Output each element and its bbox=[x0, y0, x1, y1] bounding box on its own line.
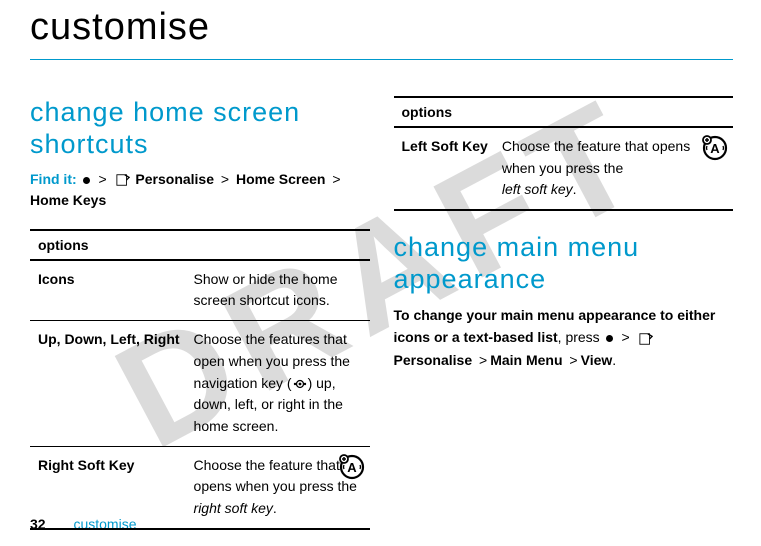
find-it-label: Find it: bbox=[30, 171, 77, 187]
svg-text:A: A bbox=[710, 141, 720, 156]
page-title: customise bbox=[30, 6, 733, 60]
path-homekeys: Home Keys bbox=[30, 192, 106, 208]
table-row: Right Soft Key Choose the feature that o… bbox=[30, 446, 370, 529]
table-header: options bbox=[30, 230, 370, 260]
center-key-icon bbox=[606, 335, 613, 342]
row-label-icons: Icons bbox=[30, 260, 186, 321]
svg-text:A: A bbox=[347, 460, 357, 475]
path-view: View bbox=[581, 352, 613, 368]
row-desc: Choose the feature that opens when you p… bbox=[186, 446, 370, 529]
table-row: Icons Show or hide the home screen short… bbox=[30, 260, 370, 321]
nav-key-icon bbox=[292, 378, 308, 390]
left-column: change home screen shortcuts Find it: > … bbox=[30, 96, 370, 530]
section-heading-shortcuts: change home screen shortcuts bbox=[30, 96, 370, 161]
options-table-right: options Left Soft Key Choose the feature… bbox=[394, 96, 734, 211]
center-key-icon bbox=[83, 177, 90, 184]
path-personalise: Personalise bbox=[135, 171, 214, 187]
table-row: Left Soft Key Choose the feature that op… bbox=[394, 127, 734, 210]
personalise-icon bbox=[116, 173, 130, 187]
row-label-leftsoft: Left Soft Key bbox=[394, 127, 494, 210]
row-label-rightsoft: Right Soft Key bbox=[30, 446, 186, 529]
main-menu-instructions: To change your main menu appearance to e… bbox=[394, 304, 734, 371]
options-table-left: options Icons Show or hide the home scre… bbox=[30, 229, 370, 530]
table-header: options bbox=[394, 97, 734, 127]
operator-badge-icon: A bbox=[701, 134, 729, 162]
path-homescreen: Home Screen bbox=[236, 171, 325, 187]
find-it-path: Find it: > Personalise > Home Screen > H… bbox=[30, 169, 370, 211]
section-heading-mainmenu: change main menu appearance bbox=[394, 231, 734, 296]
row-label-directions: Up, Down, Left, Right bbox=[30, 321, 186, 446]
path-personalise: Personalise bbox=[394, 352, 473, 368]
personalise-icon bbox=[639, 332, 653, 346]
table-row: Up, Down, Left, Right Choose the feature… bbox=[30, 321, 370, 446]
row-desc: Choose the feature that opens when you p… bbox=[494, 127, 733, 210]
row-desc: Choose the features that open when you p… bbox=[186, 321, 370, 446]
row-desc: Show or hide the home screen shortcut ic… bbox=[186, 260, 370, 321]
right-column: options Left Soft Key Choose the feature… bbox=[394, 96, 734, 530]
operator-badge-icon: A bbox=[338, 453, 366, 481]
path-mainmenu: Main Menu bbox=[490, 352, 562, 368]
